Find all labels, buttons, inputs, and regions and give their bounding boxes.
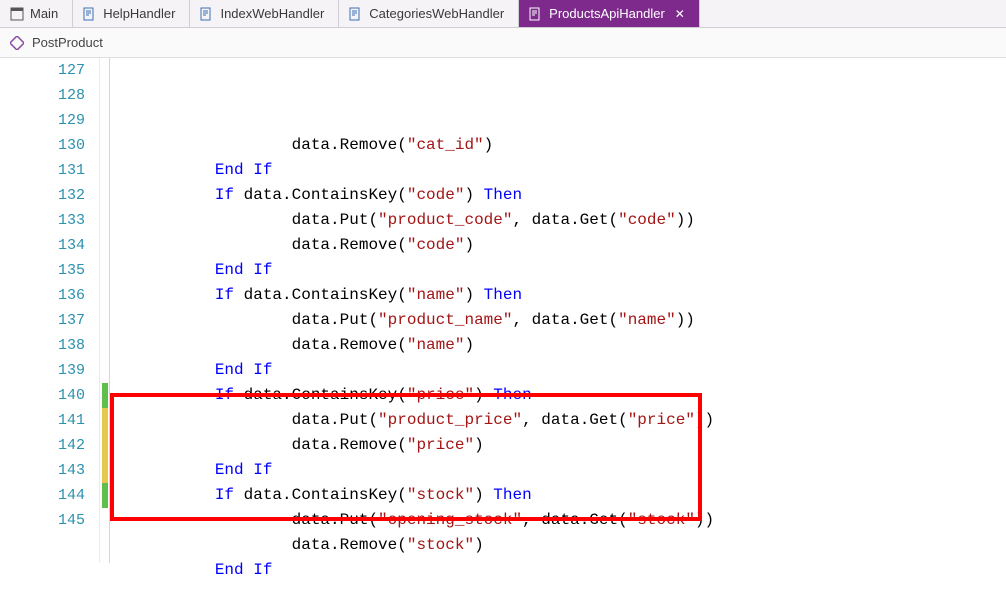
tab-label: CategoriesWebHandler [369, 6, 504, 21]
breadcrumb-label[interactable]: PostProduct [32, 35, 103, 50]
code-content[interactable]: data.Remove("cat_id") End If If data.Con… [110, 58, 1006, 563]
code-line[interactable]: data.Remove("name") [138, 333, 1006, 358]
tab-label: IndexWebHandler [220, 6, 324, 21]
breadcrumb: PostProduct [0, 28, 1006, 58]
code-line[interactable]: If data.ContainsKey("price") Then [138, 383, 1006, 408]
line-number: 129 [0, 108, 85, 133]
code-icon [200, 7, 214, 21]
line-number: 132 [0, 183, 85, 208]
line-number: 136 [0, 283, 85, 308]
code-icon [83, 7, 97, 21]
code-line[interactable]: End If [138, 558, 1006, 583]
change-marker [102, 458, 108, 483]
line-number: 139 [0, 358, 85, 383]
tab-indexwebhandler[interactable]: IndexWebHandler [190, 0, 339, 27]
code-line[interactable]: End If [138, 458, 1006, 483]
code-line[interactable]: data.Put("product_price", data.Get("pric… [138, 408, 1006, 433]
line-number: 145 [0, 508, 85, 533]
form-icon [10, 7, 24, 21]
tab-label: HelpHandler [103, 6, 175, 21]
code-line[interactable]: data.Remove("code") [138, 233, 1006, 258]
code-line[interactable]: data.Remove("cat_id") [138, 133, 1006, 158]
line-number: 143 [0, 458, 85, 483]
change-marker [102, 408, 108, 433]
code-line[interactable]: End If [138, 258, 1006, 283]
code-editor[interactable]: 1271281291301311321331341351361371381391… [0, 58, 1006, 563]
line-number: 140 [0, 383, 85, 408]
line-number: 133 [0, 208, 85, 233]
line-number: 131 [0, 158, 85, 183]
code-line[interactable]: End If [138, 358, 1006, 383]
line-number: 144 [0, 483, 85, 508]
code-line[interactable]: data.Put("product_name", data.Get("name"… [138, 308, 1006, 333]
line-number: 130 [0, 133, 85, 158]
code-line[interactable]: If data.ContainsKey("stock") Then [138, 483, 1006, 508]
code-line[interactable]: If data.ContainsKey("code") Then [138, 183, 1006, 208]
change-margin [100, 58, 110, 563]
tab-bar: Main HelpHandler IndexWebHandler Categor… [0, 0, 1006, 28]
change-marker [102, 483, 108, 508]
code-icon [349, 7, 363, 21]
close-icon[interactable]: ✕ [675, 7, 685, 21]
method-icon [10, 36, 24, 50]
tab-label: ProductsApiHandler [549, 6, 665, 21]
change-marker [102, 433, 108, 458]
line-number: 137 [0, 308, 85, 333]
line-number: 141 [0, 408, 85, 433]
line-number: 134 [0, 233, 85, 258]
code-line[interactable]: data.Remove("stock") [138, 533, 1006, 558]
line-number: 127 [0, 58, 85, 83]
line-gutter: 1271281291301311321331341351361371381391… [0, 58, 100, 563]
code-line[interactable] [138, 583, 1006, 608]
line-number: 138 [0, 333, 85, 358]
code-icon [529, 7, 543, 21]
code-line[interactable]: If data.ContainsKey("name") Then [138, 283, 1006, 308]
line-number: 128 [0, 83, 85, 108]
change-marker [102, 383, 108, 408]
tab-productsapihandler[interactable]: ProductsApiHandler ✕ [519, 0, 700, 27]
code-line[interactable]: data.Put("product_code", data.Get("code"… [138, 208, 1006, 233]
tab-helphandler[interactable]: HelpHandler [73, 0, 190, 27]
code-line[interactable]: data.Put("opening_stock", data.Get("stoc… [138, 508, 1006, 533]
code-line[interactable]: End If [138, 158, 1006, 183]
line-number: 142 [0, 433, 85, 458]
tab-label: Main [30, 6, 58, 21]
tab-categorieswebhandler[interactable]: CategoriesWebHandler [339, 0, 519, 27]
code-line[interactable]: data.Remove("price") [138, 433, 1006, 458]
tab-main[interactable]: Main [0, 0, 73, 27]
line-number: 135 [0, 258, 85, 283]
